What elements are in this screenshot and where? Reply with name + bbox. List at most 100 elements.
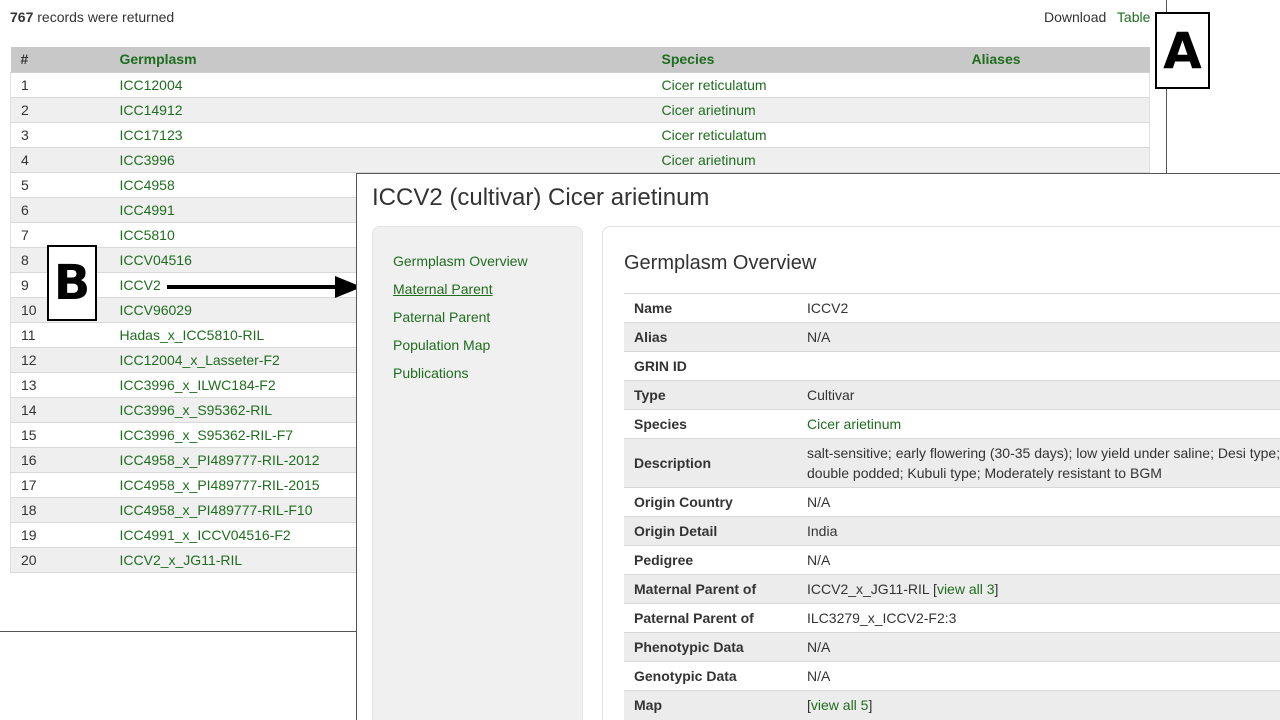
germplasm-link[interactable]: ICC12004 — [109, 72, 652, 98]
sidebar-item-germplasm-overview[interactable]: Germplasm Overview — [393, 253, 528, 269]
row-number: 14 — [10, 397, 110, 423]
info-value-text: India — [807, 523, 838, 539]
info-label: Map — [624, 690, 797, 720]
species-link[interactable]: Cicer arietinum — [651, 147, 962, 173]
info-value-text[interactable]: Cicer arietinum — [807, 416, 901, 432]
row-number: 7 — [10, 222, 110, 248]
info-row: Pedigree N/A — [624, 545, 1280, 575]
info-row: Origin Country N/A — [624, 487, 1280, 517]
view-all-link[interactable]: view all 5 — [811, 697, 869, 713]
info-label: Description — [624, 438, 797, 488]
col-header-germplasm[interactable]: Germplasm — [109, 47, 652, 73]
sidebar-item-maternal-parent[interactable]: Maternal Parent — [393, 281, 493, 297]
info-value: [view all 5] — [797, 690, 1280, 720]
info-row: Origin Detail India — [624, 516, 1280, 546]
row-number: 6 — [10, 197, 110, 223]
info-value: India — [797, 516, 1280, 546]
info-value-text: Cultivar — [807, 387, 855, 403]
species-link[interactable]: Cicer reticulatum — [651, 72, 962, 98]
info-value: N/A — [797, 322, 1280, 352]
germplasm-link[interactable]: ICC14912 — [109, 97, 652, 123]
aliases-cell — [961, 72, 1150, 98]
info-row: Type Cultivar — [624, 380, 1280, 410]
info-label: Genotypic Data — [624, 661, 797, 691]
row-number: 3 — [10, 122, 110, 148]
table-row: 3 ICC17123 Cicer reticulatum — [10, 122, 1150, 148]
row-number: 19 — [10, 522, 110, 548]
callout-b: B — [47, 245, 97, 321]
records-count-text: 767 records were returned — [10, 9, 174, 25]
row-number: 1 — [10, 72, 110, 98]
info-label: Phenotypic Data — [624, 632, 797, 662]
info-label: Name — [624, 293, 797, 323]
row-number: 11 — [10, 322, 110, 348]
info-value-text: N/A — [807, 494, 831, 510]
info-row: Paternal Parent of ILC3279_x_ICCV2-F2:3 — [624, 603, 1280, 633]
info-value-text: N/A — [807, 552, 831, 568]
table-link[interactable]: Table — [1117, 9, 1150, 25]
info-value: Cultivar — [797, 380, 1280, 410]
sidebar-item-publications[interactable]: Publications — [393, 365, 469, 381]
species-link[interactable]: Cicer reticulatum — [651, 122, 962, 148]
germplasm-detail-panel: ICCV2 (cultivar) Cicer arietinum Germpla… — [356, 173, 1280, 720]
frame-divider-horizontal — [0, 631, 357, 632]
row-number: 4 — [10, 147, 110, 173]
records-suffix: records were returned — [37, 9, 175, 25]
info-label: Type — [624, 380, 797, 410]
info-label: GRIN ID — [624, 351, 797, 381]
info-value: ILC3279_x_ICCV2-F2:3 — [797, 603, 1280, 633]
row-number: 15 — [10, 422, 110, 448]
sidebar-item-paternal-parent[interactable]: Paternal Parent — [393, 309, 490, 325]
section-title: Germplasm Overview — [624, 252, 817, 274]
species-link[interactable]: Cicer arietinum — [651, 97, 962, 123]
info-row: Species Cicer arietinum — [624, 409, 1280, 439]
col-header-species[interactable]: Species — [651, 47, 962, 73]
info-value — [797, 351, 1280, 381]
info-row: Map [view all 5] — [624, 690, 1280, 720]
info-value: salt-sensitive; early flowering (30-35 d… — [797, 438, 1280, 488]
download-link[interactable]: Download — [1044, 9, 1106, 25]
info-row: Phenotypic Data N/A — [624, 632, 1280, 662]
info-value: N/A — [797, 545, 1280, 575]
info-value-text: N/A — [807, 329, 831, 345]
arrow-icon — [167, 276, 362, 298]
row-number: 20 — [10, 547, 110, 573]
detail-page-title: ICCV2 (cultivar) Cicer arietinum — [372, 184, 710, 211]
col-header-aliases[interactable]: Aliases — [961, 47, 1150, 73]
info-value-text: ICCV2 — [807, 300, 849, 316]
info-row: Description salt-sensitive; early floweri… — [624, 438, 1280, 488]
info-row: Name ICCV2 — [624, 293, 1280, 323]
table-row: 1 ICC12004 Cicer reticulatum — [10, 72, 1150, 98]
col-header-num[interactable]: # — [10, 47, 110, 73]
info-value: N/A — [797, 487, 1280, 517]
top-links: Download Table — [1044, 9, 1157, 25]
info-row: Genotypic Data N/A — [624, 661, 1280, 691]
info-label: Paternal Parent of — [624, 603, 797, 633]
row-number: 18 — [10, 497, 110, 523]
info-row: Maternal Parent of ICCV2_x_JG11-RIL [view… — [624, 574, 1280, 604]
row-number: 16 — [10, 447, 110, 473]
records-count: 767 — [10, 9, 34, 25]
info-value: Cicer arietinum — [797, 409, 1280, 439]
row-number: 13 — [10, 372, 110, 398]
germplasm-link[interactable]: ICC17123 — [109, 122, 652, 148]
callout-a: A — [1155, 12, 1210, 89]
row-number: 17 — [10, 472, 110, 498]
info-row: GRIN ID — [624, 351, 1280, 381]
aliases-cell — [961, 147, 1150, 173]
detail-content: Germplasm Overview Name ICCV2 Alias N/A GRIN… — [602, 226, 1280, 720]
bracket-suffix: ] — [868, 697, 873, 714]
table-row: 4 ICC3996 Cicer arietinum — [10, 147, 1150, 173]
sidebar-item-population-map[interactable]: Population Map — [393, 337, 490, 353]
info-label: Pedigree — [624, 545, 797, 575]
info-value-text: N/A — [807, 668, 831, 684]
results-header-row: # Germplasm Species Aliases — [10, 47, 1150, 73]
row-number: 2 — [10, 97, 110, 123]
info-value-text: ICCV2_x_JG11-RIL [ — [807, 581, 937, 597]
view-all-link[interactable]: view all 3 — [937, 581, 995, 597]
info-row: Alias N/A — [624, 322, 1280, 352]
detail-sidebar: Germplasm Overview Maternal Parent Pater… — [372, 226, 583, 720]
info-value: N/A — [797, 632, 1280, 662]
germplasm-info-table: Name ICCV2 Alias N/A GRIN ID Type Cultivar Spec… — [624, 293, 1280, 720]
germplasm-link[interactable]: ICC3996 — [109, 147, 652, 173]
